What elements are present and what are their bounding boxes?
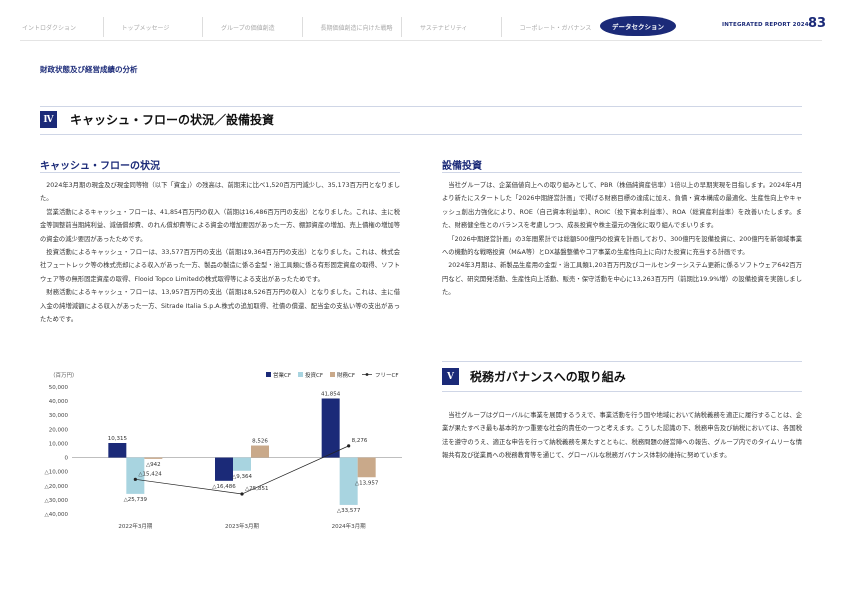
legend-label: フリーCF <box>375 372 399 379</box>
legend-label: 営業CF <box>273 371 291 379</box>
x-tick-label: 2024年3月期 <box>332 522 366 530</box>
heading-rule-top <box>40 106 802 107</box>
y-tick-label: △30,000 <box>45 498 69 504</box>
legend-line-marker <box>365 373 369 376</box>
x-tick-label: 2022年3月期 <box>118 522 152 530</box>
capex-body: 当社グループは、企業価値向上への取り組みとして、PBR（株価純資産倍率）1倍以上… <box>442 179 802 300</box>
tax-paragraph: 当社グループはグローバルに事業を展開するうえで、事業活動を行う国や地域において納… <box>442 412 802 460</box>
legend-label: 投資CF <box>305 371 323 379</box>
bar-財務CF <box>144 457 163 459</box>
y-tick-label: 30,000 <box>49 413 69 419</box>
cashflow-paragraph: 投資活動によるキャッシュ・フローは、33,577百万円の支出（前期は9,364百… <box>40 249 400 283</box>
capex-paragraph: 2024年3月期は、新製品生産用の金型・治工具類1,203百万円及びコールセンタ… <box>442 262 802 297</box>
legend-swatch <box>330 372 335 377</box>
nav-item-sustainability[interactable]: サステナビリティ <box>401 17 501 37</box>
y-tick-label: 10,000 <box>49 441 69 447</box>
bar-投資CF <box>233 457 251 471</box>
tax-body: 当社グループはグローバルに事業を展開するうえで、事業活動を行う国や地域において納… <box>442 409 802 463</box>
capex-rule <box>442 172 802 173</box>
cashflow-paragraph: 2024年3月期の現金及び現金同等物（以下「資金」）の残高は、前期末に比べ1,5… <box>40 182 400 203</box>
header-divider <box>20 40 822 41</box>
nav-item-strategy[interactable]: 長期価値創造に向けた戦略 <box>301 17 402 37</box>
legend-swatch <box>266 372 271 377</box>
cashflow-heading: キャッシュ・フローの状況 <box>40 161 160 172</box>
nav-item-intro[interactable]: イントロダクション <box>20 17 103 37</box>
y-tick-label: △20,000 <box>45 484 69 490</box>
free-cf-data-label: △15,424 <box>138 471 162 477</box>
free-cf-data-label: △25,851 <box>245 486 268 492</box>
free-cf-point <box>133 477 137 481</box>
capex-heading: 設備投資 <box>442 161 482 172</box>
nav-item-data-section[interactable]: データセクション <box>600 16 676 36</box>
nav-item-governance[interactable]: コーポレート・ガバナンス <box>500 17 601 37</box>
tax-heading: 税務ガバナンスへの取り組み <box>470 370 626 384</box>
free-cf-point <box>240 492 244 496</box>
tax-rule-top <box>442 361 802 362</box>
heading-rule-bottom <box>40 134 802 135</box>
y-tick-label: 0 <box>65 456 69 462</box>
y-tick-label: 50,000 <box>49 385 69 391</box>
bar-data-label: △13,957 <box>355 480 379 486</box>
bar-data-label: △25,739 <box>124 497 148 503</box>
capex-paragraph: 当社グループは、企業価値向上への取り組みとして、PBR（株価純資産倍率）1倍以上… <box>442 182 802 230</box>
bar-営業CF <box>108 442 127 458</box>
bar-data-label: △33,577 <box>337 508 361 514</box>
bar-財務CF <box>251 445 269 458</box>
bar-営業CF <box>321 398 340 458</box>
free-cf-data-label: 8,276 <box>352 438 368 444</box>
y-tick-label: △40,000 <box>45 512 69 518</box>
section-number-badge: Ⅳ <box>40 111 57 128</box>
tax-rule-bottom <box>442 391 802 392</box>
bar-data-label: 41,854 <box>321 391 341 397</box>
y-tick-label: 20,000 <box>49 427 69 433</box>
page-number: 83 <box>808 16 827 31</box>
y-tick-label: △10,000 <box>45 470 69 476</box>
legend-swatch <box>298 372 303 377</box>
free-cf-point <box>347 444 351 448</box>
report-label: INTEGRATED REPORT 2024 <box>722 22 809 28</box>
cashflow-rule <box>40 172 400 173</box>
cashflow-chart-svg: （百万円） 50,000 40,000 30,000 20,000 10,000 0 △10,… <box>45 371 402 530</box>
chart-unit-label: （百万円） <box>50 372 78 379</box>
nav-item-value-creation[interactable]: グループの価値創造 <box>202 17 302 37</box>
cashflow-paragraph: 営業活動によるキャッシュ・フローは、41,854百万円の収入（前期は16,486… <box>40 208 400 243</box>
main-heading: キャッシュ・フローの状況／設備投資 <box>70 113 275 127</box>
bar-財務CF <box>357 457 376 478</box>
bar-営業CF <box>215 457 233 481</box>
bar-data-label: △942 <box>146 462 161 468</box>
bar-data-label: △9,364 <box>232 474 252 480</box>
capex-paragraph: 「2026中期経営計画」の3年間累計では総額500億円の投資を計画しており、30… <box>442 235 802 257</box>
x-tick-label: 2023年3月期 <box>225 522 259 530</box>
tax-section-badge: Ⅴ <box>442 368 459 385</box>
bar-data-label: △16,486 <box>212 484 236 490</box>
section-title: 財政状態及び経営成績の分析 <box>40 65 138 74</box>
top-nav: イントロダクション トップメッセージ グループの価値創造 長期価値創造に向けた戦… <box>20 17 600 37</box>
y-tick-label: 40,000 <box>49 399 69 405</box>
legend-label: 財務CF <box>337 371 355 379</box>
cashflow-body: 2024年3月期の現金及び現金同等物（以下「資金」）の残高は、前期末に比べ1,5… <box>40 179 400 326</box>
bar-data-label: 8,526 <box>252 439 268 445</box>
cashflow-paragraph: 財務活動によるキャッシュ・フローは、13,957百万円の支出（前期は8,526百… <box>40 289 400 324</box>
bar-data-label: 10,315 <box>108 436 128 442</box>
cashflow-chart: （百万円） 50,000 40,000 30,000 20,000 10,000 0 △10,… <box>40 367 410 535</box>
nav-item-top-message[interactable]: トップメッセージ <box>102 17 203 37</box>
